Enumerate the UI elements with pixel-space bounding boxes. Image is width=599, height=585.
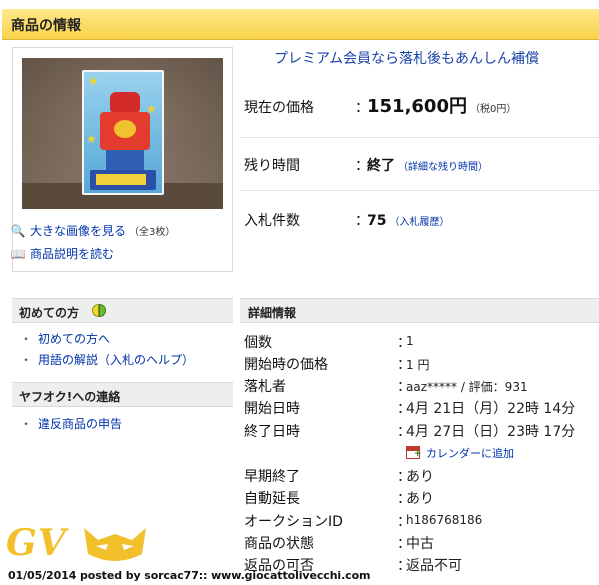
detail-row-start-price: 開始時の価格 ： 1 円 [244,357,430,373]
header-title: 商品の情報 [11,18,81,34]
time-value: 終了 [367,158,395,174]
product-photo[interactable]: ★ ★ ★ [22,58,223,209]
detail-row-end-date: 終了日時 ： 4月 27日（日）23時 17分 [244,424,576,440]
detail-row-winner: 落札者 ： aaz***** / 評価：931 [244,378,528,395]
read-description-row[interactable]: 📖 商品説明を読む [10,245,115,262]
winner-link[interactable]: aaz***** / 評価：931 [406,378,528,395]
details-title: 詳細情報 [248,306,297,320]
sidebar-link-beginner-guide[interactable]: ・初めての方へ [20,330,110,347]
detail-row-condition: 商品の状態 ： 中古 [244,536,434,552]
footer-credit: 01/05/2014 posted by sorcac77:: www.gioc… [8,569,371,582]
enlarge-image-row[interactable]: 🔍 大きな画像を見る （全3枚） [10,222,176,239]
divider [240,190,599,191]
time-label: 残り時間 [244,158,300,174]
price-tax: （税0円） [469,104,517,115]
contact-title: ヤフオク!への連絡 [19,390,121,404]
sidebar-link-report-violation[interactable]: ・違反商品の申告 [20,415,122,432]
bids-value: 75 [367,213,387,229]
beginner-section-header: 初めての方 [12,298,233,323]
beginner-title: 初めての方 [19,306,80,320]
detail-row-start-date: 開始日時 ： 4月 21日（月）22時 14分 [244,401,576,417]
bid-history-link[interactable]: （入札履歴） [389,217,449,228]
calendar-add-icon [406,446,422,459]
contact-section-header: ヤフオク!への連絡 [12,382,233,407]
read-description-link[interactable]: 商品説明を読む [30,247,114,261]
magnifier-icon: 🔍 [10,224,26,238]
divider [240,137,599,138]
product-info-header: 商品の情報 [2,9,599,40]
image-count: （全3枚） [129,227,176,238]
add-to-calendar-link[interactable]: カレンダーに追加 [406,445,514,461]
detail-row-auction-id: オークションID ： h186768186 [244,513,483,530]
time-detail-link[interactable]: （詳細な残り時間） [398,162,488,173]
toy-box-image: ★ ★ ★ [82,70,164,195]
price-value: 151,600円 [367,96,467,117]
cat-mask-icon [84,528,146,561]
details-section-header: 詳細情報 [240,298,599,323]
detail-row-early-end: 早期終了 ： あり [244,469,434,485]
price-label: 現在の価格 [244,100,314,116]
bids-label: 入札件数 [244,213,300,229]
enlarge-image-link[interactable]: 大きな画像を見る [30,224,126,238]
sidebar-link-glossary[interactable]: ・用語の解説（入札のヘルプ） [20,351,194,368]
detail-row-quantity: 個数 ： 1 [244,334,414,351]
book-icon: 📖 [10,247,26,261]
detail-row-auto-extend: 自動延長 ： あり [244,491,434,507]
gv-watermark-logo: GV [6,520,146,568]
premium-member-link[interactable]: プレミアム会員なら落札後もあんしん補償 [274,48,539,68]
beginner-leaf-icon [92,302,106,319]
